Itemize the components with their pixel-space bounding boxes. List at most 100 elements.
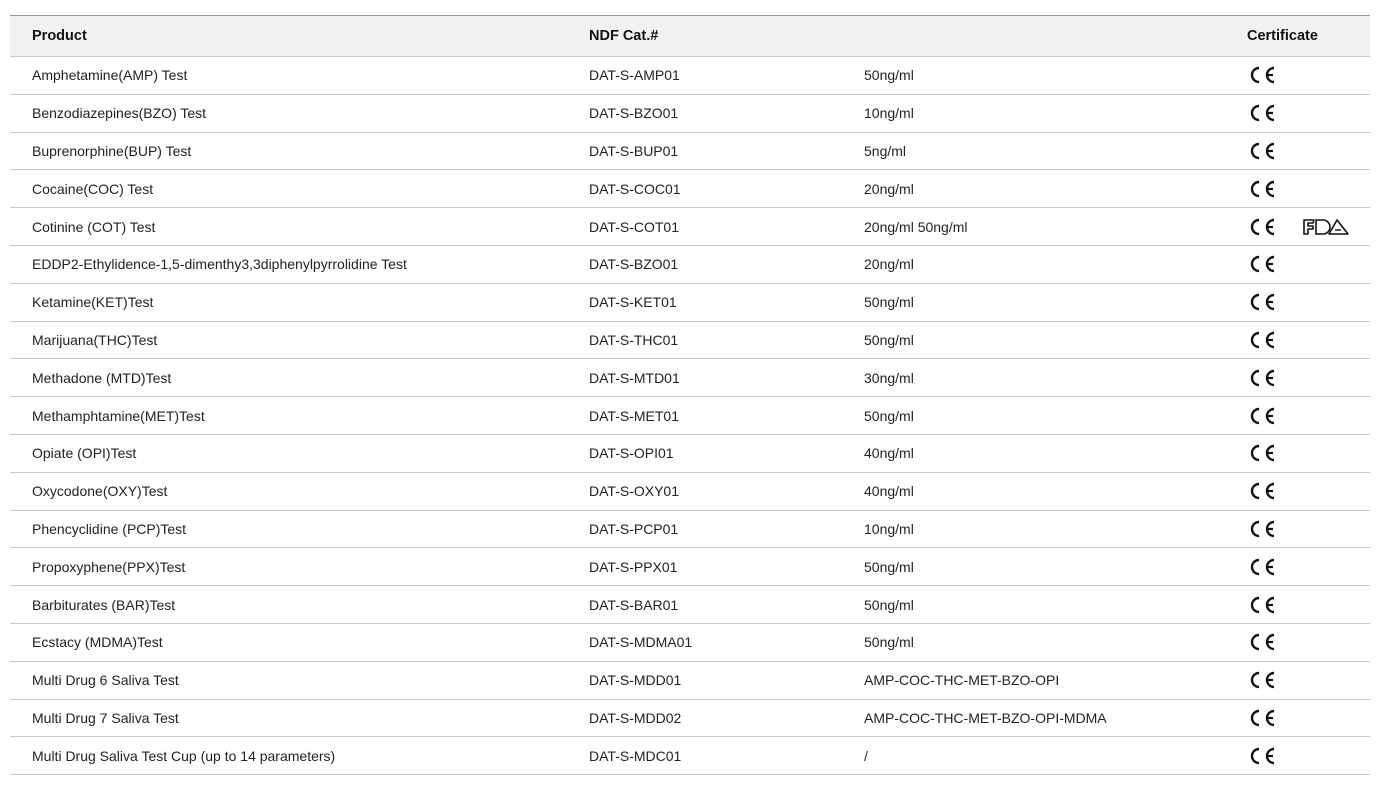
ce-mark-icon [1247,511,1277,548]
product-table: Product NDF Cat.# Certificate Amphetamin… [10,15,1370,776]
table-row: Amphetamine(AMP) Test DAT-S-AMP01 50ng/ml [10,57,1370,95]
ce-mark-icon [1247,435,1277,472]
cutoff-value: 20ng/ml [864,180,914,197]
table-row: Ketamine(KET)Test DAT-S-KET01 50ng/ml [10,284,1370,322]
header-product: Product [32,28,87,44]
table-row: Cocaine(COC) Test DAT-S-COC01 20ng/ml [10,170,1370,209]
product-name: Oxycodone(OXY)Test [32,483,168,500]
cutoff-value: 20ng/ml 50ng/ml [864,218,968,235]
table-row: Methadone (MTD)Test DAT-S-MTD01 30ng/ml [10,359,1370,398]
product-name: Multi Drug 7 Saliva Test [32,709,179,726]
cutoff-value: 30ng/ml [864,369,914,386]
ce-mark-icon [1247,737,1277,774]
table-header-row: Product NDF Cat.# Certificate [10,16,1370,57]
catalog-number: DAT-S-AMP01 [589,67,680,84]
product-name: Cocaine(COC) Test [32,180,154,197]
cutoff-value: 10ng/ml [864,105,914,122]
ce-mark-icon [1247,170,1277,207]
ce-mark-icon [1247,246,1277,283]
table-row: Multi Drug 6 Saliva Test DAT-S-MDD01 AMP-C… [10,662,1370,700]
product-name: Methamphtamine(MET)Test [32,407,205,424]
product-name: Buprenorphine(BUP) Test [32,142,192,159]
catalog-number: DAT-S-THC01 [589,331,679,348]
product-name: Benzodiazepines(BZO) Test [32,105,207,122]
product-name: Cotinine (COT) Test [32,218,156,235]
cutoff-value: AMP-COC-THC-MET-BZO-OPI-MDMA [864,709,1107,726]
catalog-number: DAT-S-PPX01 [589,558,678,575]
header-cat: NDF Cat.# [589,28,659,44]
catalog-number: DAT-S-BZO01 [589,105,679,122]
table-row: Ecstacy (MDMA)Test DAT-S-MDMA01 50ng/ml [10,624,1370,662]
table-row: Methamphtamine(MET)Test DAT-S-MET01 50ng/m… [10,397,1370,435]
cutoff-value: 40ng/ml [864,445,914,462]
ce-mark-icon [1247,133,1277,170]
table-row: Phencyclidine (PCP)Test DAT-S-PCP01 10ng/m… [10,511,1370,549]
catalog-number: DAT-S-COT01 [589,218,679,235]
catalog-number: DAT-S-MDMA01 [589,634,693,651]
table-row: Barbiturates (BAR)Test DAT-S-BAR01 50ng/ml [10,586,1370,624]
product-name: Barbiturates (BAR)Test [32,596,176,613]
product-name: Propoxyphene(PPX)Test [32,558,186,575]
ce-mark-icon [1247,586,1277,623]
product-name: Multi Drug Saliva Test Cup (up to 14 par… [32,747,336,764]
product-name: Amphetamine(AMP) Test [32,67,188,84]
cutoff-value: 50ng/ml [864,331,914,348]
cutoff-value: 50ng/ml [864,294,914,311]
product-name: Marijuana(THC)Test [32,331,158,348]
ce-mark-icon [1247,662,1277,699]
ce-mark-icon [1247,397,1277,434]
table-row: Propoxyphene(PPX)Test DAT-S-PPX01 50ng/ml [10,548,1370,587]
catalog-number: DAT-S-KET01 [589,294,677,311]
cutoff-value: 50ng/ml [864,596,914,613]
cutoff-value: AMP-COC-THC-MET-BZO-OPI [864,672,1060,689]
cutoff-value: 50ng/ml [864,558,914,575]
table-row: Marijuana(THC)Test DAT-S-THC01 50ng/ml [10,322,1370,360]
table-row: EDDP2-Ethylidence-1,5-dimenthy3,3dipheny… [10,246,1370,284]
table-row: Cotinine (COT) Test DAT-S-COT01 20ng/ml 50… [10,208,1370,246]
ce-mark-icon [1247,700,1277,737]
cutoff-value: / [864,747,868,764]
table-row: Oxycodone(OXY)Test DAT-S-OXY01 40ng/ml [10,473,1370,511]
product-name: Opiate (OPI)Test [32,445,137,462]
catalog-number: DAT-S-OPI01 [589,445,674,462]
ce-mark-icon [1247,359,1277,396]
table-row: Multi Drug 7 Saliva Test DAT-S-MDD02 AMP-C… [10,700,1370,738]
table-row: Opiate (OPI)Test DAT-S-OPI01 40ng/ml [10,435,1370,473]
ce-mark-icon [1247,57,1277,94]
product-name: Ecstacy (MDMA)Test [32,634,163,651]
cutoff-value: 20ng/ml [864,256,914,273]
catalog-number: DAT-S-BUP01 [589,142,679,159]
cutoff-value: 50ng/ml [864,67,914,84]
table-body: Amphetamine(AMP) Test DAT-S-AMP01 50ng/ml B… [10,57,1370,776]
catalog-number: DAT-S-BZO01 [589,256,679,273]
product-name: Phencyclidine (PCP)Test [32,520,187,537]
ce-mark-icon [1247,95,1277,132]
ce-mark-icon [1247,322,1277,359]
catalog-number: DAT-S-MTD01 [589,369,680,386]
table-row: Buprenorphine(BUP) Test DAT-S-BUP01 5ng/ml [10,133,1370,171]
table-row: Benzodiazepines(BZO) Test DAT-S-BZO01 10ng… [10,95,1370,133]
cutoff-value: 5ng/ml [864,142,907,159]
table-row: Multi Drug Saliva Test Cup (up to 14 par… [10,737,1370,776]
product-name: Ketamine(KET)Test [32,294,154,311]
catalog-number: DAT-S-MET01 [589,407,679,424]
cutoff-value: 10ng/ml [864,520,914,537]
catalog-number: DAT-S-MDD02 [589,709,682,726]
catalog-number: DAT-S-BAR01 [589,596,679,613]
ce-mark-icon [1247,473,1277,510]
cutoff-value: 50ng/ml [864,407,914,424]
catalog-number: DAT-S-MDD01 [589,672,682,689]
ce-mark-icon [1247,284,1277,321]
catalog-number: DAT-S-OXY01 [589,483,679,500]
ce-mark-icon [1247,208,1277,245]
catalog-number: DAT-S-MDC01 [589,747,682,764]
product-name: Multi Drug 6 Saliva Test [32,672,179,689]
catalog-number: DAT-S-COC01 [589,180,681,197]
product-name: Methadone (MTD)Test [32,369,172,386]
product-name: EDDP2-Ethylidence-1,5-dimenthy3,3dipheny… [32,256,407,273]
fda-logo-icon [1302,208,1350,245]
ce-mark-icon [1247,548,1277,585]
header-certificate: Certificate [1247,28,1318,44]
catalog-number: DAT-S-PCP01 [589,520,679,537]
cutoff-value: 40ng/ml [864,483,914,500]
